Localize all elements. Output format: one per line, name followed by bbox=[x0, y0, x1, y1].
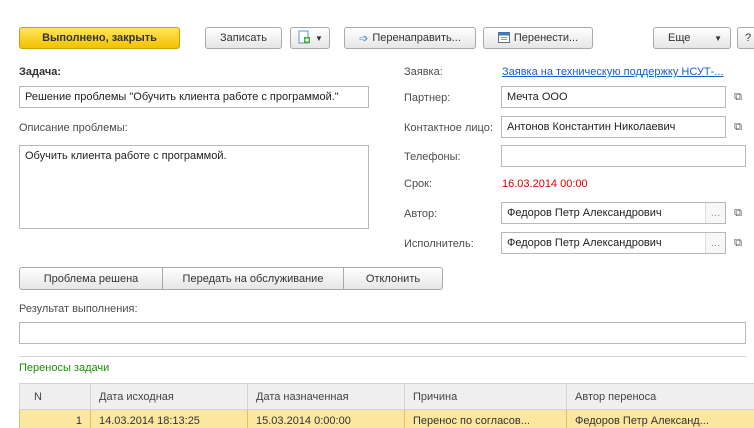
description-field[interactable]: Обучить клиента работе с программой. bbox=[19, 145, 369, 229]
table-cell: 1 bbox=[19, 409, 91, 428]
transfer-button[interactable]: Перенести... bbox=[483, 27, 593, 49]
result-label: Результат выполнения: bbox=[19, 303, 138, 315]
column-header[interactable]: Автор переноса bbox=[566, 383, 754, 410]
partner-label: Партнер: bbox=[404, 92, 451, 104]
open-link-icon[interactable]: ⧉ bbox=[729, 232, 747, 254]
done-close-label: Выполнено, закрыть bbox=[42, 32, 157, 44]
more-menu-button[interactable]: Еще ▼ bbox=[653, 27, 731, 49]
more-label: Еще bbox=[668, 32, 691, 44]
transfers-table[interactable]: N Дата исходная Дата назначенная Причина… bbox=[19, 383, 754, 428]
partner-field[interactable]: Мечта ООО bbox=[501, 86, 726, 108]
select-ellipsis-button[interactable]: … bbox=[705, 203, 725, 223]
save-label: Записать bbox=[219, 32, 267, 44]
executor-field[interactable]: Федоров Петр Александрович … bbox=[501, 232, 726, 254]
to-service-button[interactable]: Передать на обслуживание bbox=[162, 267, 344, 290]
description-label: Описание проблемы: bbox=[19, 122, 128, 134]
table-cell: 15.03.2014 0:00:00 bbox=[247, 409, 405, 428]
author-field[interactable]: Федоров Петр Александрович … bbox=[501, 202, 726, 224]
task-field[interactable]: Решение проблемы "Обучить клиента работе… bbox=[19, 86, 369, 108]
dropdown-arrow-icon: ▼ bbox=[315, 33, 323, 43]
help-button[interactable]: ? bbox=[737, 27, 754, 49]
open-link-icon[interactable]: ⧉ bbox=[729, 86, 747, 108]
select-ellipsis-button[interactable]: … bbox=[705, 233, 725, 253]
request-label: Заявка: bbox=[404, 66, 443, 78]
transfers-title: Переносы задачи bbox=[19, 362, 110, 374]
column-header[interactable]: Дата назначенная bbox=[247, 383, 405, 410]
executor-label: Исполнитель: bbox=[404, 238, 474, 250]
phones-label: Телефоны: bbox=[404, 151, 461, 163]
problem-solved-button[interactable]: Проблема решена bbox=[19, 267, 163, 290]
transfer-label: Перенести... bbox=[513, 32, 579, 44]
help-label: ? bbox=[744, 32, 752, 44]
divider bbox=[19, 356, 746, 357]
author-value: Федоров Петр Александрович bbox=[507, 207, 662, 219]
contact-label: Контактное лицо: bbox=[404, 122, 493, 134]
column-header[interactable]: Дата исходная bbox=[90, 383, 248, 410]
phones-field[interactable] bbox=[501, 145, 746, 167]
redirect-label: Перенаправить... bbox=[372, 32, 461, 44]
request-link[interactable]: Заявка на техническую поддержку НСУТ-... bbox=[502, 66, 723, 78]
open-link-icon[interactable]: ⧉ bbox=[729, 116, 747, 138]
author-label: Автор: bbox=[404, 208, 438, 220]
deadline-value: 16.03.2014 00:00 bbox=[502, 178, 588, 190]
document-add-icon bbox=[297, 30, 311, 47]
open-link-icon[interactable]: ⧉ bbox=[729, 202, 747, 224]
table-cell: 14.03.2014 18:13:25 bbox=[90, 409, 248, 428]
contact-field[interactable]: Антонов Константин Николаевич bbox=[501, 116, 726, 138]
calendar-icon bbox=[497, 31, 510, 46]
column-header[interactable]: N bbox=[19, 383, 91, 410]
table-header-row: N Дата исходная Дата назначенная Причина… bbox=[19, 383, 754, 410]
column-header[interactable]: Причина bbox=[404, 383, 567, 410]
table-cell: Перенос по согласов... bbox=[404, 409, 567, 428]
done-close-button[interactable]: Выполнено, закрыть bbox=[19, 27, 180, 49]
table-cell: Федоров Петр Александ... bbox=[566, 409, 754, 428]
deadline-label: Срок: bbox=[404, 178, 433, 190]
table-row[interactable]: 1 14.03.2014 18:13:25 15.03.2014 0:00:00… bbox=[19, 409, 754, 428]
reject-button[interactable]: Отклонить bbox=[343, 267, 443, 290]
create-based-on-button[interactable]: ▼ bbox=[290, 27, 330, 49]
executor-value: Федоров Петр Александрович bbox=[507, 237, 662, 249]
chevron-down-icon: ▼ bbox=[714, 33, 722, 43]
save-button[interactable]: Записать bbox=[205, 27, 282, 49]
redirect-arrow-icon: ➩ bbox=[359, 32, 369, 45]
task-label: Задача: bbox=[19, 66, 62, 78]
redirect-button[interactable]: ➩ Перенаправить... bbox=[344, 27, 476, 49]
result-field[interactable] bbox=[19, 322, 746, 344]
